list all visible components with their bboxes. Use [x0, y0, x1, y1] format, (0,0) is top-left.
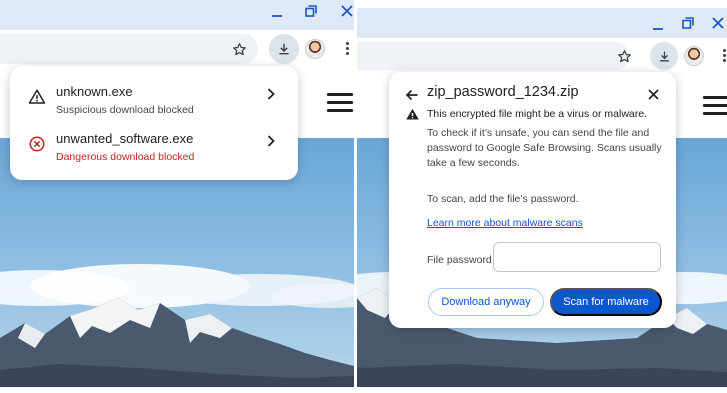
address-bar[interactable]: [0, 34, 258, 64]
restore-icon: [305, 5, 317, 17]
profile-avatar[interactable]: [305, 39, 325, 59]
back-arrow-icon[interactable]: [405, 88, 419, 102]
learn-more-link[interactable]: Learn more about malware scans: [427, 217, 583, 229]
malware-scan-dialog: zip_password_1234.zip This encrypted fil…: [389, 72, 676, 328]
downloads-bubble: unknown.exe Suspicious download blocked …: [10, 66, 298, 180]
chevron-right-icon: [267, 88, 275, 100]
password-field[interactable]: [493, 242, 661, 272]
minimize-icon: [653, 28, 663, 30]
menu-kebab-icon[interactable]: [345, 42, 349, 55]
scan-for-malware-button[interactable]: Scan for malware: [550, 288, 662, 316]
browser-toolbar: [0, 30, 354, 68]
explanation-line: password to Google Safe Browsing. Scans …: [427, 142, 662, 154]
close-icon[interactable]: [648, 89, 659, 100]
browser-window-right: zip_password_1234.zip This encrypted fil…: [357, 0, 727, 387]
explanation-line: take a few seconds.: [427, 157, 520, 169]
warning-message: This encrypted file might be a virus or …: [427, 108, 648, 120]
download-status: Suspicious download blocked: [56, 104, 194, 116]
download-filename: unknown.exe: [56, 84, 133, 99]
browser-window-left: unknown.exe Suspicious download blocked …: [0, 0, 354, 387]
title-bar: [0, 0, 354, 30]
scan-explanation: To check if it’s unsafe, you can send th…: [427, 126, 662, 171]
address-bar[interactable]: [357, 42, 629, 70]
password-label: File password: [427, 254, 492, 266]
warning-triangle-icon: [406, 108, 419, 120]
download-icon: [659, 51, 669, 61]
download-anyway-button[interactable]: Download anyway: [428, 288, 544, 316]
dangerous-x-circle-icon: [29, 136, 45, 152]
download-icon: [279, 43, 289, 55]
chevron-right-icon: [267, 135, 275, 147]
warning-triangle-icon: [28, 89, 46, 104]
close-window-button[interactable]: [711, 16, 725, 30]
close-window-button[interactable]: [340, 4, 354, 18]
close-icon: [341, 5, 353, 17]
download-item[interactable]: unwanted_software.exe Dangerous download…: [10, 129, 298, 173]
explanation-line: To check if it’s unsafe, you can send th…: [427, 127, 650, 139]
hamburger-menu-icon[interactable]: [703, 96, 727, 115]
download-item[interactable]: unknown.exe Suspicious download blocked: [10, 82, 298, 126]
title-bar: [357, 8, 727, 38]
close-icon: [712, 17, 724, 29]
hamburger-menu-icon[interactable]: [327, 93, 353, 112]
restore-button[interactable]: [304, 4, 318, 18]
minimize-icon: [272, 15, 282, 17]
bookmark-star-icon[interactable]: [229, 39, 249, 59]
minimize-button[interactable]: [270, 6, 284, 18]
restore-button[interactable]: [681, 16, 695, 30]
dialog-title: zip_password_1234.zip: [427, 84, 579, 100]
minimize-button[interactable]: [651, 18, 665, 32]
download-status: Dangerous download blocked: [56, 151, 195, 163]
bookmark-star-icon[interactable]: [614, 46, 634, 66]
scan-hint: To scan, add the file’s password.: [427, 193, 579, 205]
restore-icon: [682, 17, 694, 29]
downloads-button[interactable]: [269, 34, 299, 64]
menu-kebab-icon[interactable]: [722, 49, 726, 62]
profile-avatar[interactable]: [684, 46, 704, 66]
browser-toolbar: [357, 38, 727, 74]
download-filename: unwanted_software.exe: [56, 131, 194, 146]
downloads-button[interactable]: [650, 42, 678, 70]
